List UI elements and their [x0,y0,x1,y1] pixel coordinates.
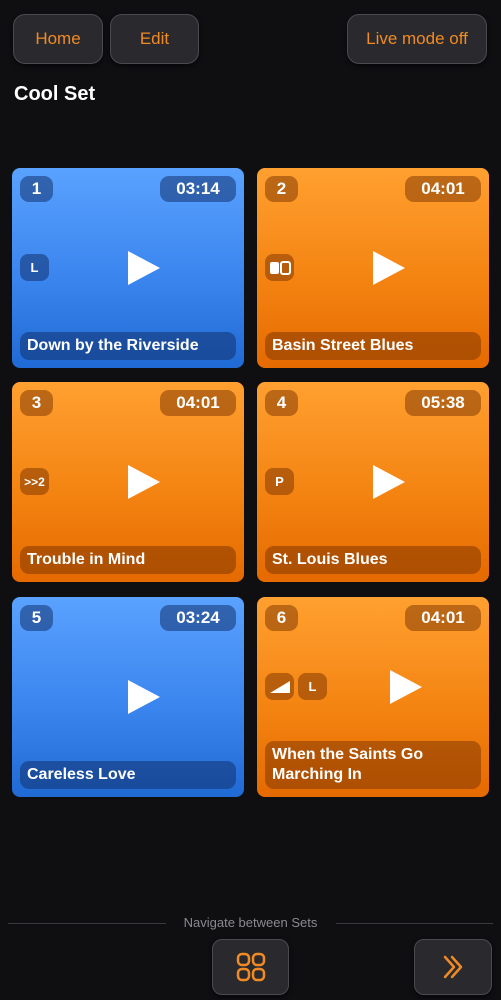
navigate-sets-label: Navigate between Sets [183,915,318,930]
home-button[interactable]: Home [13,14,103,64]
next-set-button[interactable] [414,939,492,995]
loop-badge: L [298,673,327,700]
song-tile-3[interactable]: 3 04:01 >>2 Trouble in Mind [12,382,244,582]
song-duration: 04:01 [160,390,236,416]
song-title: Careless Love [20,761,236,789]
song-title: Trouble in Mind [20,546,236,574]
song-duration: 03:24 [160,605,236,631]
song-tile-1[interactable]: 1 03:14 L Down by the Riverside [12,168,244,368]
play-icon[interactable] [122,462,162,502]
grid-icon [236,952,265,982]
song-tile-4[interactable]: 4 05:38 P St. Louis Blues [257,382,489,582]
song-number: 6 [265,605,298,631]
song-title: Down by the Riverside [20,332,236,360]
song-number: 3 [20,390,53,416]
song-tile-2[interactable]: 2 04:01 Basin Street Blues [257,168,489,368]
sets-grid-button[interactable] [212,939,289,995]
song-tile-5[interactable]: 5 03:24 Careless Love [12,597,244,797]
play-icon[interactable] [367,462,407,502]
live-mode-button[interactable]: Live mode off [347,14,487,64]
play-icon[interactable] [384,667,424,707]
song-number: 1 [20,176,53,202]
pause-badge: P [265,468,294,495]
song-title: St. Louis Blues [265,546,481,574]
song-duration: 04:01 [405,176,481,202]
play-icon[interactable] [367,248,407,288]
play-icon[interactable] [122,248,162,288]
song-number: 4 [265,390,298,416]
song-duration: 05:38 [405,390,481,416]
toggle-icon [265,254,294,281]
song-duration: 03:14 [160,176,236,202]
next-song-badge: >>2 [20,468,49,495]
set-title: Cool Set [14,83,96,105]
loop-badge: L [20,254,49,281]
ramp-icon [265,673,294,700]
song-duration: 04:01 [405,605,481,631]
play-icon[interactable] [122,677,162,717]
song-number: 5 [20,605,53,631]
chevron-double-right-icon [443,955,463,979]
song-title: Basin Street Blues [265,332,481,360]
song-tile-6[interactable]: 6 04:01 L When the Saints Go Marching In [257,597,489,797]
app-screen: Home Edit Live mode off Cool Set 1 03:14… [0,0,501,1000]
song-number: 2 [265,176,298,202]
song-title: When the Saints Go Marching In [265,741,481,789]
edit-button[interactable]: Edit [110,14,199,64]
